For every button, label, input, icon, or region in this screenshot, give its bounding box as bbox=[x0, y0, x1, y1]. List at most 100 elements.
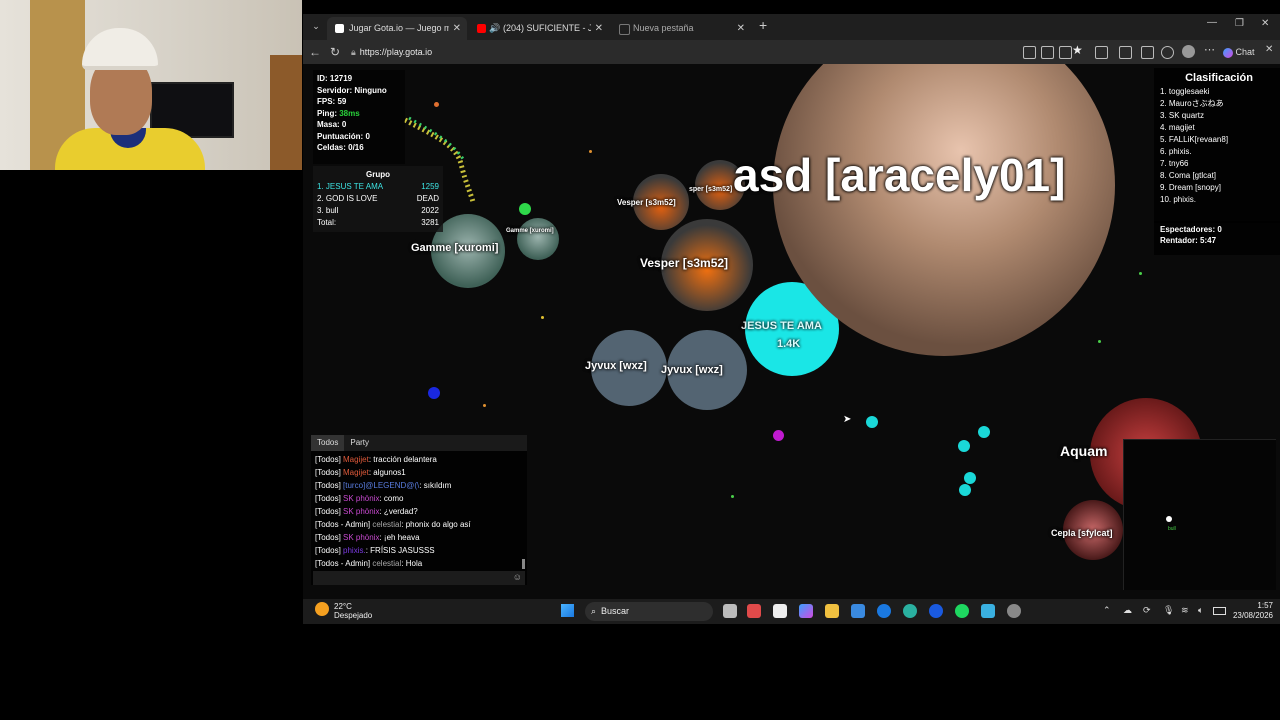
chat-message-channel: [Todos] bbox=[315, 494, 344, 503]
maximize-icon[interactable]: ❐ bbox=[1235, 18, 1244, 29]
tray-chevron-icon[interactable]: ⌃ bbox=[1103, 605, 1111, 616]
leaderboard-title: Clasificación bbox=[1185, 72, 1253, 84]
audio-playing-icon[interactable]: 🔊 bbox=[489, 17, 500, 40]
close-tab-icon[interactable]: ✕ bbox=[737, 17, 745, 40]
taskbar-search[interactable]: ⌕ Buscar bbox=[585, 602, 713, 621]
chat-message-channel: [Todos - Admin] bbox=[315, 520, 373, 529]
cell-name-gamme-small: Gamme [xuromi] bbox=[506, 228, 554, 234]
sidebar-close-icon[interactable]: ✕ bbox=[1265, 44, 1273, 55]
volume-icon[interactable]: 🔈︎ bbox=[1198, 605, 1203, 616]
leaderboard-item: 10. phixis. bbox=[1160, 195, 1197, 204]
close-tab-icon[interactable]: ✕ bbox=[595, 17, 603, 40]
chat-message-author[interactable]: celestial bbox=[372, 520, 401, 529]
leaderboard-item: 8. Coma [gtlcat] bbox=[1160, 171, 1217, 180]
site-info-icon[interactable]: 🔒︎ bbox=[351, 47, 356, 57]
spotify-icon[interactable] bbox=[955, 604, 969, 618]
tab-youtube[interactable]: (204) SUFICIENTE - JEREMIAH 🔊 ✕ bbox=[469, 17, 609, 40]
reading-mode-icon[interactable] bbox=[1059, 46, 1072, 59]
chat-messages: [Todos] Magijet: tracción delantera [Todo… bbox=[315, 453, 520, 570]
copilot-taskbar-icon[interactable] bbox=[799, 604, 813, 618]
history-icon[interactable] bbox=[1161, 46, 1174, 59]
file-explorer-icon[interactable] bbox=[825, 604, 839, 618]
tab-new[interactable]: Nueva pestaña ✕ bbox=[611, 17, 751, 40]
webcam-person-cap bbox=[82, 28, 158, 70]
profile-avatar[interactable] bbox=[1182, 45, 1195, 58]
chat-message-text: : algunos1 bbox=[368, 468, 406, 477]
cell-name-vesper-big: Vesper [s3m52] bbox=[640, 256, 729, 270]
cell-name-cepla: Cepla [sfylcat] bbox=[1051, 528, 1113, 538]
notepad-icon[interactable] bbox=[981, 604, 995, 618]
store-icon[interactable] bbox=[773, 604, 787, 618]
leaderboard-item: 9. Dream [snopy] bbox=[1160, 183, 1221, 192]
chat-message-author[interactable]: phixis. bbox=[343, 546, 366, 555]
weather-widget[interactable]: 22°C Despejado bbox=[334, 602, 372, 620]
food-pellet bbox=[434, 102, 439, 107]
weather-icon[interactable] bbox=[315, 602, 329, 616]
chat-tab-todos[interactable]: Todos bbox=[311, 435, 345, 451]
battery-icon[interactable] bbox=[1213, 607, 1226, 615]
task-view-icon[interactable] bbox=[723, 604, 737, 618]
stats-panel: ID: 12719 Servidor: Ninguno FPS: 59 Ping… bbox=[313, 70, 405, 164]
emoji-icon[interactable]: ☺ bbox=[513, 572, 522, 582]
chat-message-author[interactable]: [turco]@LEGEND@(\ bbox=[343, 481, 419, 490]
tab-actions-icon[interactable]: ⌄ bbox=[309, 19, 323, 33]
minimap-player-dot bbox=[1166, 516, 1172, 522]
food-pellet bbox=[978, 426, 990, 438]
food-pellet bbox=[959, 484, 971, 496]
leaderboard-item: 2. Mauroさぶねあ bbox=[1160, 99, 1224, 108]
food-pellet bbox=[1098, 340, 1101, 343]
hp-icon[interactable] bbox=[929, 604, 943, 618]
chat-message-author[interactable]: SK phönix bbox=[343, 507, 379, 516]
windows-start-icon[interactable] bbox=[561, 604, 574, 617]
extensions-puzzle-icon[interactable] bbox=[1119, 46, 1132, 59]
new-tab-plus-icon[interactable]: + bbox=[759, 17, 767, 33]
chrome-icon[interactable] bbox=[1007, 604, 1021, 618]
chat-input[interactable]: ☺ bbox=[313, 571, 525, 585]
onedrive-icon[interactable]: ☁ bbox=[1123, 605, 1132, 616]
close-window-icon[interactable]: ✕ bbox=[1261, 18, 1269, 29]
chat-tab-party[interactable]: Party bbox=[344, 435, 375, 451]
chat-message: [Todos] SK phönix: como bbox=[315, 492, 520, 505]
group-row: 3. bull 2022 bbox=[317, 206, 439, 215]
favorites-icon[interactable] bbox=[1141, 46, 1154, 59]
favorite-star-icon[interactable]: ★ bbox=[1072, 43, 1083, 57]
food-pellet bbox=[483, 404, 486, 407]
chat-message-text: : sıkıldım bbox=[419, 481, 452, 490]
chat-message-author[interactable]: celestial bbox=[372, 559, 401, 568]
translate-icon[interactable] bbox=[1023, 46, 1036, 59]
url-field[interactable]: 🔒︎ https://play.gota.io bbox=[351, 43, 1011, 61]
tracking-icon[interactable] bbox=[1041, 46, 1054, 59]
chat-message-text: : phonix do algo así bbox=[401, 520, 471, 529]
edge-icon[interactable] bbox=[903, 604, 917, 618]
chat-message-author[interactable]: SK phönix bbox=[343, 494, 379, 503]
tab-gota[interactable]: Jugar Gota.io — Juego multijugador ✕ bbox=[327, 17, 467, 40]
chat-panel: Todos Party [Todos] Magijet: tracción del… bbox=[311, 435, 527, 585]
mcafee-icon[interactable] bbox=[747, 604, 761, 618]
chat-message-channel: [Todos] bbox=[315, 533, 344, 542]
game-canvas[interactable]: Gamme [xuromi] Gamme [xuromi] Vesper [s3… bbox=[303, 64, 1280, 599]
sync-icon[interactable]: ⟳ bbox=[1143, 605, 1151, 616]
group-row: 1. JESUS TE AMA 1259 bbox=[317, 182, 439, 191]
close-tab-icon[interactable]: ✕ bbox=[453, 17, 461, 40]
extension-icon[interactable] bbox=[1095, 46, 1108, 59]
back-arrow-icon[interactable]: ← bbox=[307, 44, 323, 60]
chat-message-author[interactable]: Magijet bbox=[343, 455, 369, 464]
reload-icon[interactable]: ↻ bbox=[327, 44, 343, 60]
help-icon[interactable] bbox=[877, 604, 891, 618]
app-icon[interactable] bbox=[851, 604, 865, 618]
wifi-icon[interactable]: ≋ bbox=[1181, 605, 1189, 616]
chat-message-author[interactable]: Magijet bbox=[343, 468, 369, 477]
leaderboard: Clasificación 1. togglesaeki 2. Mauroさぶね… bbox=[1154, 68, 1280, 223]
spectators-panel: Espectadores: 0 Rentador: 5:47 bbox=[1154, 221, 1280, 255]
chat-message: [Todos - Admin] celestial: phonix do alg… bbox=[315, 518, 520, 531]
copilot-chat-button[interactable]: Chat bbox=[1223, 44, 1255, 60]
more-options-icon[interactable]: ⋯ bbox=[1204, 43, 1215, 56]
chat-message-text: : FRÍSIS JASUSSS bbox=[365, 546, 435, 555]
chat-message: [Todos - Admin] celestial: Hola bbox=[315, 557, 520, 570]
mic-icon[interactable]: 🎙︎ bbox=[1163, 605, 1174, 616]
group-panel: Grupo 1. JESUS TE AMA 1259 2. GOD IS LOVE… bbox=[313, 166, 443, 232]
chat-message-author[interactable]: SK phönix bbox=[343, 533, 379, 542]
clock[interactable]: 1:57 23/08/2026 bbox=[1229, 601, 1273, 621]
chat-scrollbar[interactable] bbox=[522, 559, 525, 569]
minimize-icon[interactable]: — bbox=[1207, 17, 1217, 28]
